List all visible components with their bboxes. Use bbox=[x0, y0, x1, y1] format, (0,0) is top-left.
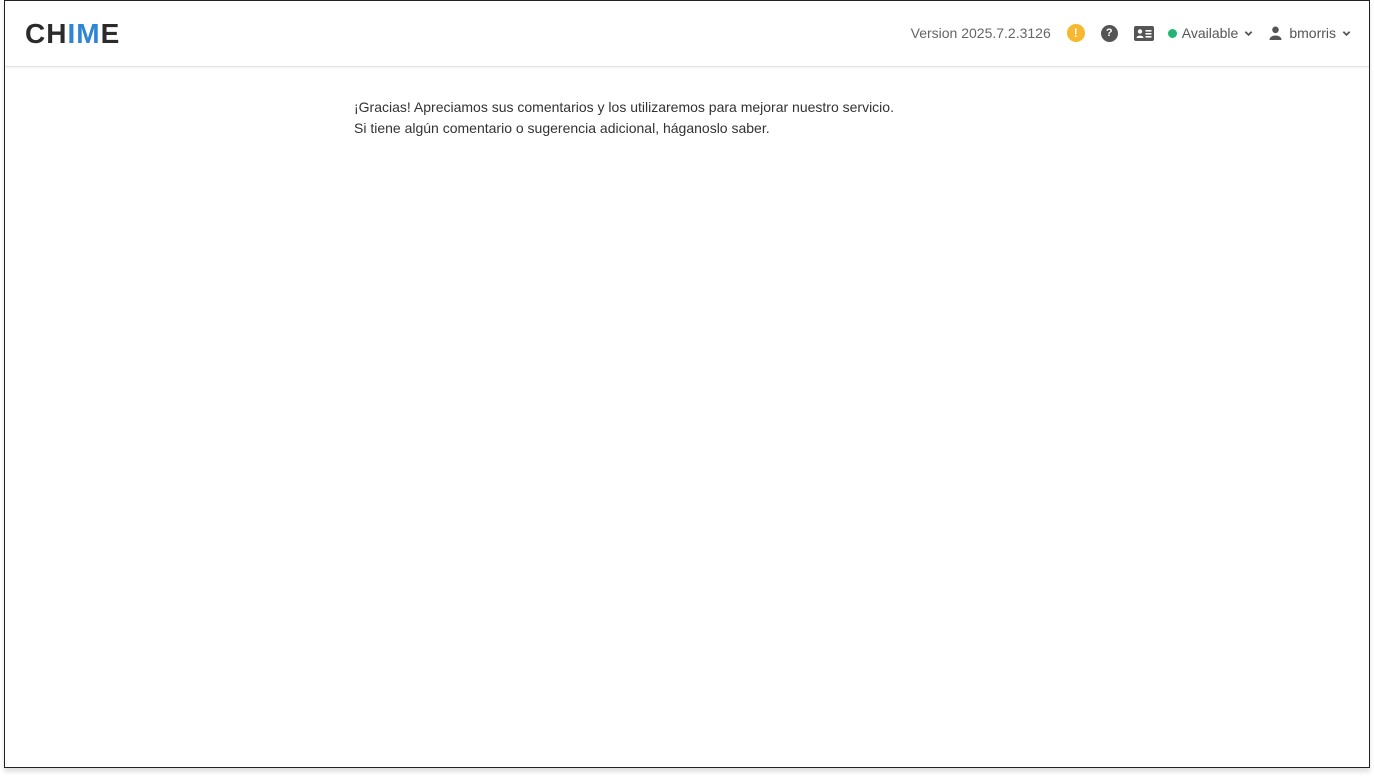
help-icon[interactable]: ? bbox=[1100, 24, 1118, 42]
version-label: Version 2025.7.2.3126 bbox=[910, 25, 1051, 41]
additional-feedback-line: Si tiene algún comentario o sugerencia a… bbox=[354, 120, 770, 136]
top-navbar: CHIME Version 2025.7.2.3126 ! ? Availabl… bbox=[5, 1, 1369, 67]
status-dropdown[interactable]: Available bbox=[1167, 25, 1254, 41]
alert-icon[interactable]: ! bbox=[1066, 24, 1085, 42]
status-label: Available bbox=[1181, 25, 1239, 41]
chevron-down-icon bbox=[1342, 30, 1351, 36]
app-window: CHIME Version 2025.7.2.3126 ! ? Availabl… bbox=[4, 0, 1370, 768]
status-available-dot bbox=[1167, 28, 1177, 38]
logo-text-ch: CH bbox=[25, 18, 68, 49]
chime-logo[interactable]: CHIME bbox=[25, 18, 120, 50]
logo-text-e: E bbox=[100, 18, 121, 49]
chevron-down-icon bbox=[1245, 30, 1253, 36]
contact-card-icon[interactable] bbox=[1133, 25, 1154, 41]
logo-text-im: IM bbox=[67, 18, 101, 49]
user-icon bbox=[1269, 26, 1282, 40]
username-label: bmorris bbox=[1289, 25, 1336, 41]
navbar-right: Version 2025.7.2.3126 ! ? Available bmor… bbox=[911, 21, 1351, 45]
thank-you-line: ¡Gracias! Apreciamos sus comentarios y l… bbox=[354, 99, 894, 115]
feedback-thank-you-message: ¡Gracias! Apreciamos sus comentarios y l… bbox=[354, 97, 894, 139]
user-menu[interactable]: bmorris bbox=[1269, 25, 1351, 41]
